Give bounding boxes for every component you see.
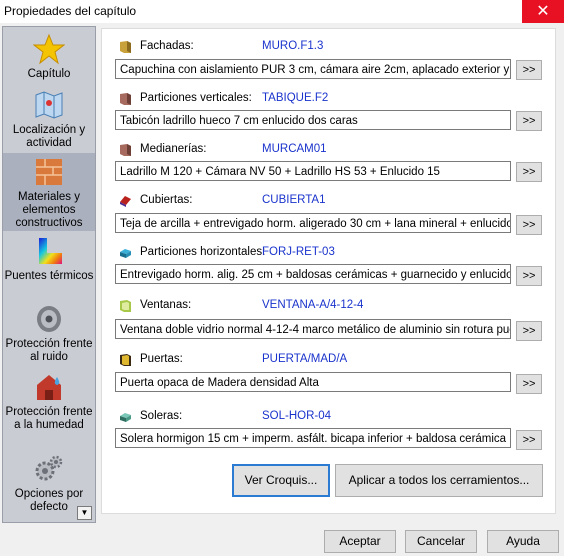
sidebar-item-localizacion[interactable]: Localización y actividad: [3, 89, 95, 149]
cubiertas-field[interactable]: Teja de arcilla + entrevigado horm. alig…: [115, 213, 511, 233]
gears-icon: [35, 455, 63, 481]
sidebar-item-label: Protección frente al ruido: [5, 338, 93, 363]
thermal-bridge-icon: [39, 238, 62, 264]
bricks-icon: [36, 159, 62, 185]
puertas-field[interactable]: Puerta opaca de Madera densidad Alta: [115, 372, 511, 392]
medianerias-more-button[interactable]: >>: [516, 162, 542, 182]
sidebar-item-label: Localización y actividad: [12, 124, 86, 149]
star-icon: [33, 33, 65, 65]
main-panel: Fachadas: MURO.F1.3 Capuchina con aislam…: [101, 28, 556, 514]
medianerias-field[interactable]: Ladrillo M 120 + Cámara NV 50 + Ladrillo…: [115, 161, 511, 181]
close-icon: ✕: [536, 3, 550, 20]
humidity-icon: [37, 375, 61, 400]
ver-croquis-button[interactable]: Ver Croquis...: [232, 464, 330, 497]
party-wall-icon: [120, 144, 131, 156]
row-label: Soleras:: [140, 410, 183, 422]
fachadas-more-button[interactable]: >>: [516, 60, 542, 80]
chevron-down-icon: ▼: [80, 508, 89, 517]
window-icon: [120, 300, 131, 312]
sidebar-item-label: Protección frente a la humedad: [5, 406, 93, 431]
sidebar-item-label: Materiales y elementos constructivos: [15, 191, 83, 229]
help-button[interactable]: Ayuda: [487, 530, 559, 553]
row-puertas: Puertas: PUERTA/MAD/A: [120, 352, 540, 368]
row-code: FORJ-RET-03: [262, 246, 335, 258]
sidebar-item-materiales[interactable]: Materiales y elementos constructivos: [3, 153, 95, 231]
row-label: Cubiertas:: [140, 194, 193, 206]
fachadas-field[interactable]: Capuchina con aislamiento PUR 3 cm, cáma…: [115, 59, 511, 79]
row-medianerias: Medianerías: MURCAM01: [120, 142, 540, 158]
apply-all-button[interactable]: Aplicar a todos los cerramientos...: [335, 464, 543, 497]
particiones-horizontales-more-button[interactable]: >>: [516, 266, 542, 286]
row-fachadas: Fachadas: MURO.F1.3: [120, 39, 540, 55]
row-code: CUBIERTA1: [262, 194, 326, 206]
sidebar-item-ruido[interactable]: Protección frente al ruido: [3, 303, 95, 365]
puertas-more-button[interactable]: >>: [516, 374, 542, 394]
row-label: Particiones horizontales:: [140, 246, 266, 258]
row-code: MURO.F1.3: [262, 40, 324, 52]
row-label: Puertas:: [140, 353, 183, 365]
window-title: Propiedades del capítulo: [4, 4, 137, 18]
map-icon: [35, 91, 63, 119]
row-soleras: Soleras: SOL-HOR-04: [120, 409, 540, 425]
sidebar: Capítulo Localización y actividad Materi…: [2, 26, 96, 523]
cancel-button[interactable]: Cancelar: [405, 530, 477, 553]
particiones-horizontales-field[interactable]: Entrevigado horm. alig. 25 cm + baldosas…: [115, 264, 511, 284]
facade-icon: [120, 41, 131, 53]
row-code: PUERTA/MAD/A: [262, 353, 348, 365]
row-particiones-horizontales: Particiones horizontales: FORJ-RET-03: [120, 245, 540, 261]
sidebar-item-capitulo[interactable]: Capítulo: [3, 33, 95, 85]
particiones-verticales-field[interactable]: Tabicón ladrillo hueco 7 cm enlucido dos…: [115, 110, 511, 130]
title-bar: Propiedades del capítulo ✕: [0, 0, 564, 23]
row-code: VENTANA-A/4-12-4: [262, 299, 364, 311]
slab-icon: [120, 249, 131, 258]
sidebar-item-label: Capítulo: [27, 68, 71, 80]
sidebar-item-puentes[interactable]: Puentes térmicos: [3, 235, 95, 297]
speaker-icon: [37, 306, 61, 332]
partition-wall-icon: [120, 93, 131, 105]
ventanas-more-button[interactable]: >>: [516, 321, 542, 341]
row-ventanas: Ventanas: VENTANA-A/4-12-4: [120, 298, 540, 314]
door-icon: [120, 354, 131, 366]
ground-slab-icon: [120, 413, 131, 422]
cubiertas-more-button[interactable]: >>: [516, 215, 542, 235]
soleras-more-button[interactable]: >>: [516, 430, 542, 450]
accept-button[interactable]: Aceptar: [324, 530, 396, 553]
row-code: MURCAM01: [262, 143, 327, 155]
sidebar-scroll-down-button[interactable]: ▼: [77, 506, 92, 520]
sidebar-item-humedad[interactable]: Protección frente a la humedad: [3, 371, 95, 445]
sidebar-item-label: Puentes térmicos: [4, 270, 94, 282]
row-code: SOL-HOR-04: [262, 410, 332, 422]
row-label: Ventanas:: [140, 299, 192, 311]
close-button[interactable]: ✕: [522, 0, 564, 23]
particiones-verticales-more-button[interactable]: >>: [516, 111, 542, 131]
row-particiones-verticales: Particiones verticales: TABIQUE.F2: [120, 91, 540, 107]
row-code: TABIQUE.F2: [262, 92, 329, 104]
row-cubiertas: Cubiertas: CUBIERTA1: [120, 193, 540, 209]
roof-icon: [120, 196, 131, 207]
ventanas-field[interactable]: Ventana doble vidrio normal 4-12-4 marco…: [115, 319, 511, 339]
row-label: Fachadas:: [140, 40, 194, 52]
row-label: Medianerías:: [140, 143, 207, 155]
row-label: Particiones verticales:: [140, 92, 252, 104]
soleras-field[interactable]: Solera hormigon 15 cm + imperm. asfált. …: [115, 428, 511, 448]
